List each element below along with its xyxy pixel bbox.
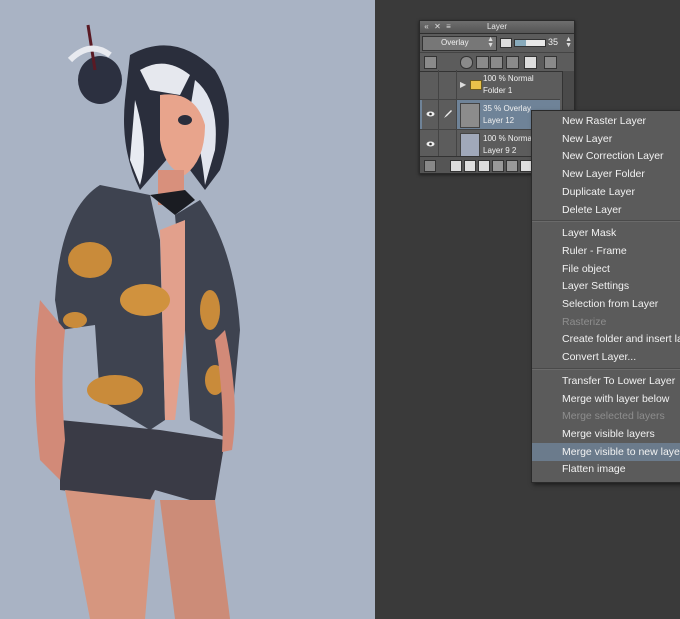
layer-blend-info: 100 % Normal	[483, 134, 534, 143]
layer-thumbnail	[460, 133, 480, 158]
menu-item-merge-visible-layers[interactable]: Merge visible layers	[532, 425, 680, 443]
edit-target-cell[interactable]	[439, 100, 457, 129]
blend-mode-select[interactable]: Overlay ▲ ▼	[422, 36, 497, 51]
transfer-down-icon[interactable]	[492, 160, 504, 172]
menu-item-ruler-frame[interactable]: Ruler - Frame	[532, 242, 680, 260]
layer-context-menu: New Raster Layer New Layer New Correction …	[531, 110, 680, 483]
menu-item-duplicate-layer[interactable]: Duplicate Layer	[532, 183, 680, 201]
menu-item-label: Layer Mask	[562, 227, 617, 240]
pen-icon	[444, 110, 452, 118]
menu-item-label: Rasterize	[562, 315, 607, 328]
menu-item-layer-settings[interactable]: Layer Settings	[532, 277, 680, 295]
menu-item-label: New Correction Layer	[562, 150, 664, 163]
layer-name: Layer 12	[483, 116, 515, 125]
menu-item-layer-mask[interactable]: Layer Mask	[532, 224, 680, 242]
menu-item-new-correction-layer[interactable]: New Correction Layer	[532, 147, 680, 165]
menu-separator	[532, 367, 680, 370]
layer-thumbnail	[460, 103, 480, 128]
visibility-toggle[interactable]	[422, 130, 439, 159]
clip-icon[interactable]	[506, 56, 519, 69]
menu-item-convert-layer[interactable]: Convert Layer...	[532, 348, 680, 366]
new-vector-layer-icon[interactable]	[464, 160, 476, 172]
opacity-value[interactable]: 35	[548, 37, 562, 47]
opacity-icon	[500, 38, 512, 48]
layer-row-folder[interactable]: ▶ 100 % Normal Folder 1	[420, 70, 560, 100]
menu-item-label: Delete Layer	[562, 203, 622, 216]
menu-item-new-raster-layer[interactable]: New Raster Layer	[532, 112, 680, 130]
layer-name: Folder 1	[483, 86, 513, 95]
palette-title-bar[interactable]: « ✕ ≡ Layer	[420, 21, 574, 34]
menu-item-transfer-to-lower-layer[interactable]: Transfer To Lower Layer	[532, 372, 680, 390]
merge-down-icon[interactable]	[506, 160, 518, 172]
palette-title: Layer	[486, 22, 507, 31]
edit-target-cell[interactable]	[439, 70, 457, 99]
folder-arrow-icon[interactable]: ▶	[460, 80, 466, 89]
menu-item-label: File object	[562, 262, 610, 275]
menu-item-selection-from-layer[interactable]: Selection from Layer	[532, 295, 680, 313]
menu-item-create-folder-and-insert-layer[interactable]: Create folder and insert layer	[532, 330, 680, 348]
menu-item-flatten-image[interactable]: Flatten image	[532, 460, 680, 478]
menu-item-label: New Layer Folder	[562, 168, 645, 181]
new-raster-layer-icon[interactable]	[450, 160, 462, 172]
eye-icon	[426, 141, 435, 147]
layer-blend-info: 100 % Normal	[483, 74, 534, 83]
menu-item-label: Merge visible to new layer	[562, 445, 680, 458]
select-arrows-icon: ▲ ▼	[487, 36, 494, 49]
mask-icon[interactable]	[524, 56, 537, 69]
menu-item-merge-selected-layers: Merge selected layers	[532, 407, 680, 425]
opacity-slider[interactable]	[514, 39, 546, 47]
canvas[interactable]	[0, 0, 375, 619]
visibility-toggle[interactable]	[422, 100, 439, 129]
menu-item-label: New Layer	[562, 132, 613, 145]
new-folder-icon[interactable]	[478, 160, 490, 172]
opacity-stepper-icon[interactable]: ▲ ▼	[565, 36, 572, 49]
layer-color-icon[interactable]	[424, 56, 437, 69]
menu-item-label: Transfer To Lower Layer	[562, 374, 676, 387]
menu-separator	[532, 220, 680, 223]
menu-item-label: Merge with layer below	[562, 392, 670, 405]
lock-icon[interactable]	[476, 56, 489, 69]
menu-item-new-layer-folder[interactable]: New Layer Folder	[532, 165, 680, 183]
menu-item-label: Create folder and insert layer	[562, 333, 680, 346]
lock-transparent-icon[interactable]	[490, 56, 503, 69]
layer-property-icon[interactable]	[424, 160, 436, 172]
layer-blend-info: 35 % Overlay	[483, 104, 532, 113]
menu-item-rasterize: Rasterize	[532, 313, 680, 331]
menu-item-label: Flatten image	[562, 463, 626, 476]
edit-target-cell[interactable]	[439, 130, 457, 159]
menu-item-label: Merge visible layers	[562, 427, 655, 440]
menu-item-delete-layer[interactable]: Delete Layer	[532, 201, 680, 219]
menu-item-file-object[interactable]: File object	[532, 260, 680, 278]
menu-item-label: Convert Layer...	[562, 351, 637, 364]
menu-item-label: Selection from Layer	[562, 298, 659, 310]
menu-item-label: Ruler - Frame	[562, 244, 627, 257]
menu-item-merge-with-layer-below[interactable]: Merge with layer below	[532, 390, 680, 408]
visibility-toggle[interactable]	[422, 70, 439, 99]
menu-item-label: New Raster Layer	[562, 115, 647, 127]
blend-mode-value: Overlay	[441, 38, 469, 47]
character-illustration	[35, 24, 240, 619]
menu-item-label: Duplicate Layer	[562, 185, 635, 198]
folder-icon	[470, 80, 482, 90]
reference-layer-icon[interactable]	[460, 56, 473, 69]
menu-item-label: Layer Settings	[562, 280, 630, 293]
menu-item-merge-visible-to-new-layer[interactable]: Merge visible to new layer	[532, 442, 680, 461]
layer-name: Layer 9 2	[483, 146, 517, 155]
eye-icon	[426, 111, 435, 117]
ruler-icon[interactable]	[544, 56, 557, 69]
menu-item-label: Merge selected layers	[562, 410, 665, 423]
menu-item-new-layer[interactable]: New Layer	[532, 130, 680, 148]
